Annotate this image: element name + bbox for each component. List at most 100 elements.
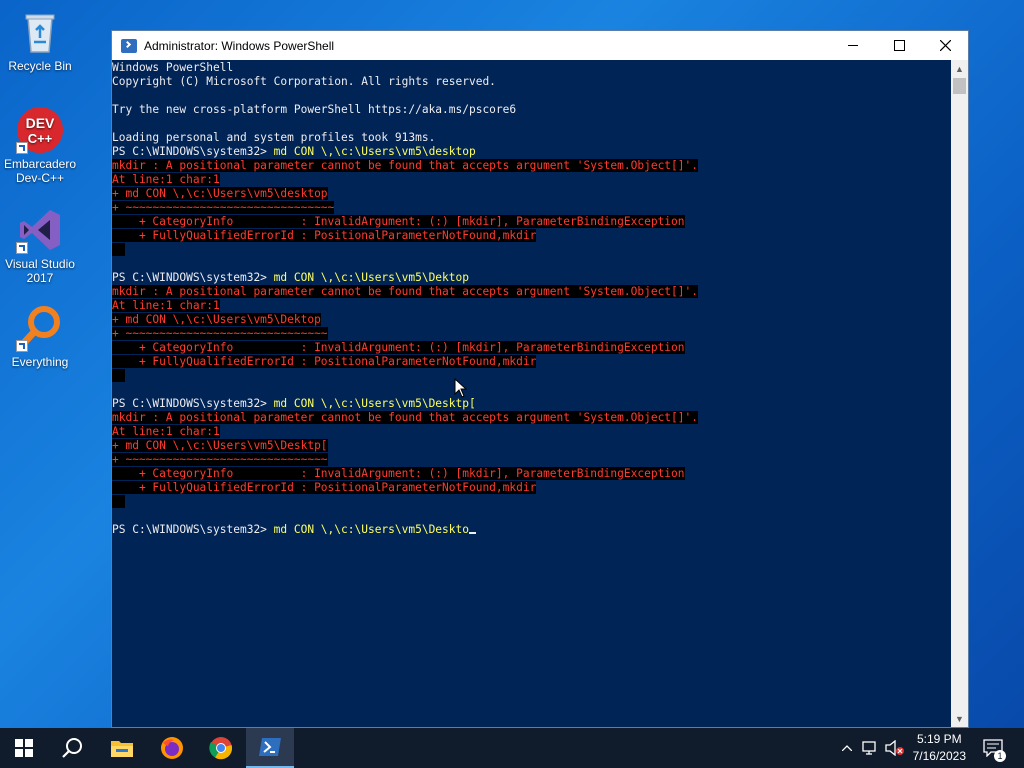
powershell-window[interactable]: Administrator: Windows PowerShell Window… [111, 30, 969, 728]
prompt-text: PS C:\WINDOWS\system32> [112, 271, 274, 284]
error-blank [112, 369, 126, 382]
action-center-button[interactable]: 1 [980, 728, 1006, 768]
chrome-button[interactable] [197, 728, 245, 768]
window-titlebar[interactable]: Administrator: Windows PowerShell [112, 31, 968, 60]
minimize-icon [848, 45, 858, 46]
close-icon [939, 40, 951, 51]
close-button[interactable] [922, 31, 968, 60]
error-line: + md CON \,\c:\Users\vm5\Desktp[ [112, 439, 951, 453]
error-text: + FullyQualifiedErrorId : PositionalPara… [112, 229, 537, 242]
error-line: mkdir : A positional parameter cannot be… [112, 159, 951, 173]
error-line: + FullyQualifiedErrorId : PositionalPara… [112, 229, 951, 243]
shortcut-arrow-icon [16, 340, 28, 352]
error-line: + FullyQualifiedErrorId : PositionalPara… [112, 481, 951, 495]
prompt-text: PS C:\WINDOWS\system32> [112, 145, 274, 158]
error-line: + CategoryInfo : InvalidArgument: (:) [m… [112, 467, 951, 481]
error-line [112, 243, 951, 257]
error-line: + ~~~~~~~~~~~~~~~~~~~~~~~~~~~~~~~ [112, 201, 951, 215]
desktop-icon-everything[interactable]: Everything [2, 304, 78, 369]
error-blank [112, 495, 126, 508]
powershell-taskbar-button[interactable] [246, 728, 294, 768]
error-line: + md CON \,\c:\Users\vm5\desktop [112, 187, 951, 201]
prompt-line-current[interactable]: PS C:\WINDOWS\system32> md CON \,\c:\Use… [112, 523, 951, 537]
desktop-icon-recycle-bin[interactable]: Recycle Bin [2, 8, 78, 73]
notification-count-badge: 1 [994, 750, 1006, 762]
everything-search-icon [16, 304, 64, 352]
error-text: + md CON \,\c:\Users\vm5\desktop [112, 187, 328, 200]
error-text: mkdir : A positional parameter cannot be… [112, 285, 698, 298]
command-text: md CON \,\c:\Users\vm5\Desktp[ [273, 397, 476, 410]
error-text: + md CON \,\c:\Users\vm5\Dektop [112, 313, 321, 326]
show-hidden-icons-button[interactable] [838, 728, 856, 768]
powershell-icon [259, 738, 281, 756]
desktop-icon-label: Everything [11, 355, 69, 369]
start-button[interactable] [0, 728, 48, 768]
error-text: mkdir : A positional parameter cannot be… [112, 159, 698, 172]
console-line: Copyright (C) Microsoft Corporation. All… [112, 75, 496, 88]
error-blank [112, 243, 126, 256]
prompt-line: PS C:\WINDOWS\system32> md CON \,\c:\Use… [112, 271, 951, 285]
console-line: Windows PowerShell [112, 61, 234, 74]
svg-text:C++: C++ [28, 131, 53, 146]
error-text: + FullyQualifiedErrorId : PositionalPara… [112, 481, 537, 494]
console-line: Try the new cross-platform PowerShell ht… [112, 103, 517, 116]
error-line: + CategoryInfo : InvalidArgument: (:) [m… [112, 341, 951, 355]
vertical-scrollbar[interactable]: ▲ ▼ [951, 60, 968, 727]
prompt-text: PS C:\WINDOWS\system32> [112, 523, 274, 536]
error-text: + md CON \,\c:\Users\vm5\Desktp[ [112, 439, 328, 452]
scroll-up-icon[interactable]: ▲ [951, 60, 968, 77]
recycle-bin-icon [16, 8, 64, 56]
volume-tray-button[interactable] [884, 728, 906, 768]
taskbar: 5:19 PM 7/16/2023 1 [0, 728, 1024, 768]
chevron-up-icon [842, 745, 852, 751]
desktop-icon-devcpp[interactable]: DEV C++ Embarcadero Dev-C++ [2, 106, 78, 185]
error-text: + FullyQualifiedErrorId : PositionalPara… [112, 355, 537, 368]
console-output[interactable]: Windows PowerShell Copyright (C) Microso… [112, 60, 951, 728]
shortcut-arrow-icon [16, 242, 28, 254]
devcpp-icon: DEV C++ [16, 106, 64, 154]
maximize-button[interactable] [876, 31, 922, 60]
volume-muted-icon [885, 740, 904, 756]
error-line: mkdir : A positional parameter cannot be… [112, 411, 951, 425]
error-text: + CategoryInfo : InvalidArgument: (:) [m… [112, 341, 685, 354]
clock-date: 7/16/2023 [912, 749, 966, 763]
error-text: + CategoryInfo : InvalidArgument: (:) [m… [112, 215, 685, 228]
minimize-button[interactable] [830, 31, 876, 60]
clock-time: 5:19 PM [916, 732, 962, 746]
prompt-line: PS C:\WINDOWS\system32> md CON \,\c:\Use… [112, 145, 951, 159]
desktop-icon-label: Recycle Bin [8, 59, 72, 73]
taskbar-clock[interactable]: 5:19 PM 7/16/2023 [913, 731, 966, 765]
error-text: + ~~~~~~~~~~~~~~~~~~~~~~~~~~~~~~ [112, 453, 328, 466]
error-text: + ~~~~~~~~~~~~~~~~~~~~~~~~~~~~~~ [112, 327, 328, 340]
error-line: + FullyQualifiedErrorId : PositionalPara… [112, 355, 951, 369]
window-title: Administrator: Windows PowerShell [144, 38, 335, 53]
network-tray-button[interactable] [860, 728, 882, 768]
mouse-pointer-icon [454, 378, 468, 398]
error-text: + ~~~~~~~~~~~~~~~~~~~~~~~~~~~~~~~ [112, 201, 335, 214]
desktop-icon-visual-studio[interactable]: Visual Studio 2017 [2, 206, 78, 285]
error-line: At line:1 char:1 [112, 299, 951, 313]
scroll-down-icon[interactable]: ▼ [951, 710, 968, 727]
search-button[interactable] [48, 728, 96, 768]
desktop-icon-label: Visual Studio 2017 [5, 257, 75, 285]
error-line: + ~~~~~~~~~~~~~~~~~~~~~~~~~~~~~~ [112, 327, 951, 341]
error-text: mkdir : A positional parameter cannot be… [112, 411, 698, 424]
console-line: Loading personal and system profiles too… [112, 131, 436, 144]
error-line: + md CON \,\c:\Users\vm5\Dektop [112, 313, 951, 327]
error-line: At line:1 char:1 [112, 425, 951, 439]
firefox-button[interactable] [148, 728, 196, 768]
shortcut-arrow-icon [16, 142, 28, 154]
prompt-text: PS C:\WINDOWS\system32> [112, 397, 274, 410]
file-explorer-button[interactable] [98, 728, 146, 768]
scrollbar-thumb[interactable] [953, 78, 966, 94]
error-line [112, 495, 951, 509]
windows-start-icon [15, 739, 33, 757]
error-line: mkdir : A positional parameter cannot be… [112, 285, 951, 299]
error-text: At line:1 char:1 [112, 173, 220, 186]
current-input[interactable]: md CON \,\c:\Users\vm5\Deskto [274, 523, 469, 536]
